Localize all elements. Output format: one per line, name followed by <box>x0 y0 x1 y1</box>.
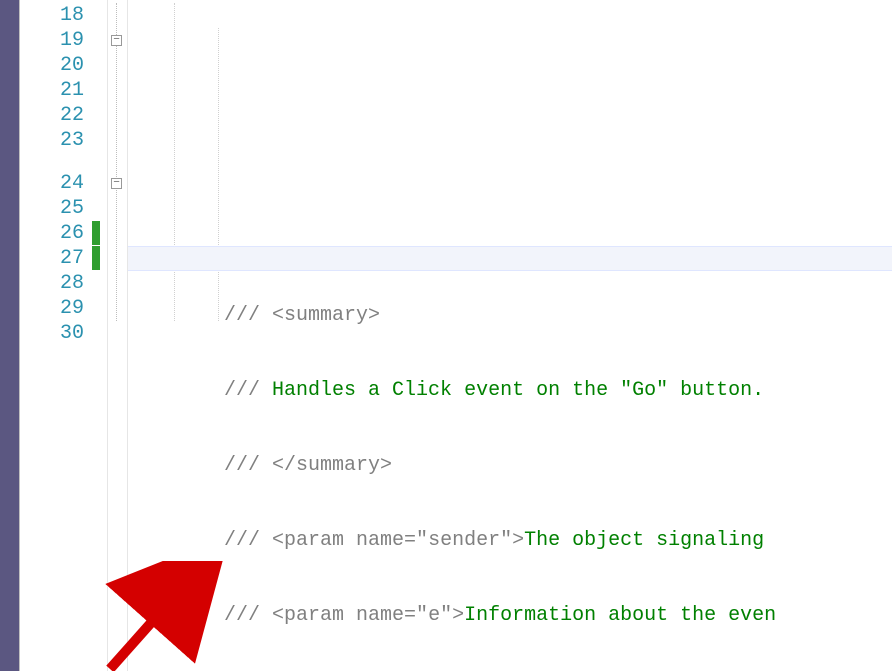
line-number: 18 <box>20 3 84 28</box>
code-line: /// <param name="e">Information about th… <box>128 603 892 628</box>
fold-toggle[interactable]: − <box>111 35 122 46</box>
ide-root: 18 19 20 21 22 23 24 25 26 27 28 29 30 −… <box>0 0 892 671</box>
line-number-gutter: 18 19 20 21 22 23 24 25 26 27 28 29 30 <box>20 0 90 671</box>
code-line: /// </summary> <box>128 453 892 478</box>
line-number: 25 <box>20 196 84 221</box>
line-number: 30 <box>20 321 84 346</box>
line-number: 21 <box>20 78 84 103</box>
outline-gutter: − − <box>108 0 128 671</box>
code-line: /// <summary> <box>128 303 892 328</box>
line-number: 29 <box>20 296 84 321</box>
line-number: 23 <box>20 128 84 153</box>
line-number: 26 <box>20 221 84 246</box>
code-text-area[interactable]: /// <summary> /// Handles a Click event … <box>128 0 892 671</box>
change-marker <box>92 246 100 270</box>
line-number: 20 <box>20 53 84 78</box>
change-marker <box>92 221 100 245</box>
line-number: 22 <box>20 103 84 128</box>
change-marker-gutter <box>90 0 108 671</box>
fold-toggle[interactable]: − <box>111 178 122 189</box>
line-number: 27 <box>20 246 84 271</box>
line-number: 24 <box>20 171 84 196</box>
code-line: /// Handles a Click event on the "Go" bu… <box>128 378 892 403</box>
code-editor[interactable]: 18 19 20 21 22 23 24 25 26 27 28 29 30 −… <box>19 0 892 671</box>
line-number: 19 <box>20 28 84 53</box>
code-line: /// <param name="sender">The object sign… <box>128 528 892 553</box>
line-number: 28 <box>20 271 84 296</box>
code-line <box>128 228 892 253</box>
